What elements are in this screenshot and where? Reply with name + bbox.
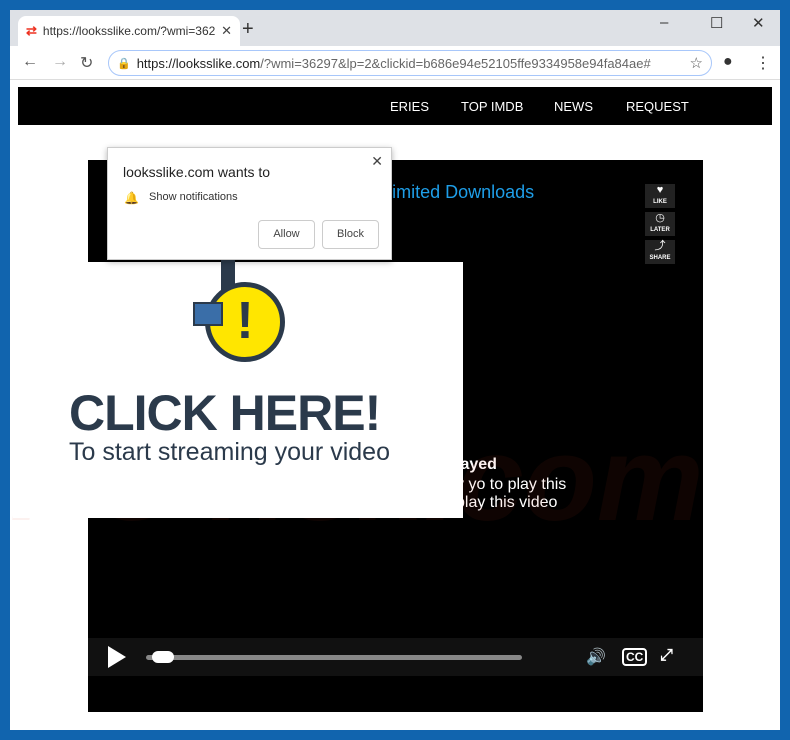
- lock-icon: 🔒: [117, 57, 131, 70]
- notification-permission-popup: ✕ looksslike.com wants to 🔔 Show notific…: [107, 147, 392, 260]
- favicon-icon: ⇄: [26, 23, 37, 38]
- seek-handle[interactable]: [152, 651, 174, 663]
- hand-pointer-icon: [193, 302, 223, 326]
- ad-headline: CLICK HERE!: [69, 385, 381, 441]
- seek-bar[interactable]: [146, 655, 522, 660]
- menu-icon[interactable]: ⋮: [755, 53, 771, 73]
- toolbar: ← → ↻ 🔒 https://looksslike.com/?wmi=3629…: [10, 46, 780, 80]
- allow-button[interactable]: Allow: [258, 220, 315, 249]
- nav-item-news[interactable]: NEWS: [554, 99, 593, 114]
- back-icon[interactable]: ←: [22, 53, 38, 71]
- popup-close-icon[interactable]: ✕: [371, 153, 383, 170]
- maximize-button[interactable]: ☐: [710, 14, 723, 32]
- tab-close-icon[interactable]: ✕: [221, 23, 232, 39]
- reload-icon[interactable]: ↻: [80, 53, 93, 73]
- url-path: /?wmi=36297&lp=2&clickid=b686e94e52105ff…: [260, 55, 651, 71]
- later-button[interactable]: ◷ LATER: [645, 212, 675, 236]
- nav-item-request[interactable]: REQUEST: [626, 99, 689, 114]
- permission-text: Show notifications: [149, 191, 238, 203]
- bell-icon: 🔔: [124, 191, 139, 205]
- web-page: ERIES TOP IMDB NEWS REQUEST 🎞HD HD Strea…: [10, 80, 780, 730]
- cc-icon[interactable]: CC: [622, 648, 648, 666]
- like-button[interactable]: ♥ LIKE: [645, 184, 675, 208]
- fullscreen-icon[interactable]: ⤢: [660, 647, 673, 665]
- minimize-button[interactable]: –: [660, 14, 668, 31]
- volume-icon[interactable]: 🔊: [586, 647, 606, 667]
- new-tab-button[interactable]: +: [242, 18, 254, 41]
- ad-subtext: To start streaming your video: [69, 438, 390, 466]
- tab-title: https://looksslike.com/?wmi=362: [42, 24, 216, 38]
- tab-bar: ⇄ https://looksslike.com/?wmi=362 ✕ + – …: [10, 10, 780, 46]
- tab-active[interactable]: ⇄ https://looksslike.com/?wmi=362 ✕: [18, 16, 240, 46]
- forward-icon[interactable]: →: [52, 53, 68, 71]
- site-nav: ERIES TOP IMDB NEWS REQUEST: [18, 87, 772, 125]
- click-here-ad[interactable]: ! CLICK HERE! To start streaming your vi…: [13, 172, 463, 518]
- browser-window: ⇄ https://looksslike.com/?wmi=362 ✕ + – …: [10, 10, 780, 730]
- nav-item-top-imdb[interactable]: TOP IMDB: [461, 99, 523, 114]
- close-window-button[interactable]: ✕: [752, 14, 765, 32]
- nav-item-series[interactable]: ERIES: [390, 99, 429, 114]
- block-button[interactable]: Block: [322, 220, 379, 249]
- bookmark-star-icon[interactable]: ☆: [690, 54, 703, 72]
- address-bar[interactable]: 🔒 https://looksslike.com/?wmi=36297&lp=2…: [108, 50, 712, 76]
- popup-title: looksslike.com wants to: [123, 164, 271, 180]
- url-host: https://looksslike.com: [136, 55, 261, 71]
- player-controls: 🔊 CC ⤢: [88, 638, 703, 676]
- profile-icon[interactable]: ●: [723, 53, 733, 71]
- play-icon[interactable]: [108, 646, 126, 668]
- share-button[interactable]: ⤴ SHARE: [645, 240, 675, 264]
